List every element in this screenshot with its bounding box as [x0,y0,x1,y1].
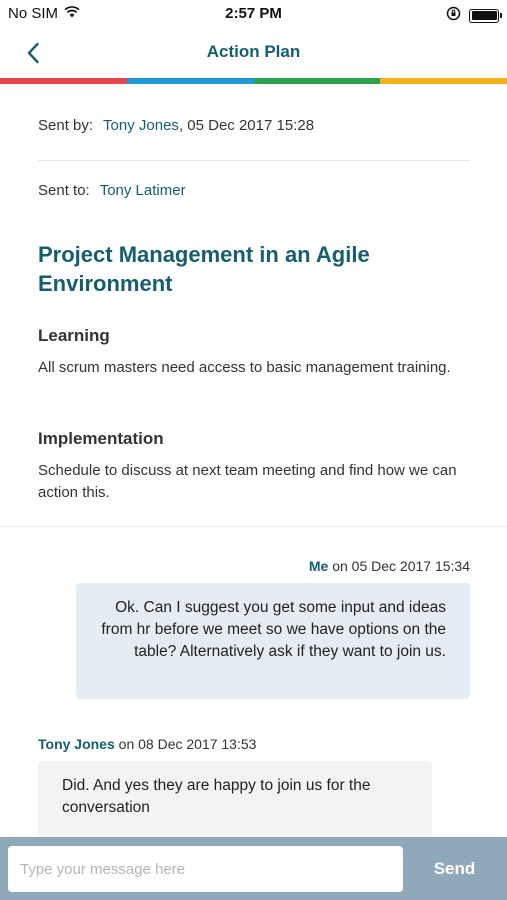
implementation-text: Schedule to discuss at next team meeting… [38,462,457,501]
status-right [446,6,502,25]
page-title: Action Plan [206,42,301,61]
color-strip [0,78,507,84]
sent-by-name[interactable]: Tony Jones [103,117,179,134]
sent-by-label: Sent by: [38,117,94,134]
sent-to-name[interactable]: Tony Latimer [100,182,186,199]
color-strip-segment [253,78,381,84]
nav-bar: Action Plan [0,28,507,78]
learning-text: All scrum masters need access to basic m… [38,359,451,376]
orientation-lock-icon [446,6,461,25]
learning-heading: Learning [38,326,110,345]
message-author: Tony Jones [38,736,115,752]
sent-by-date: , 05 Dec 2017 15:28 [178,117,315,134]
message-input[interactable] [8,846,403,892]
color-strip-segment [380,78,507,84]
message-date: on 08 Dec 2017 13:53 [114,736,257,752]
color-strip-segment [0,78,127,84]
message-bubble-other: Did. And yes they are happy to join us f… [38,761,432,841]
color-strip-segment [126,78,254,84]
send-button[interactable]: Send [406,846,503,892]
message-meta-other: Tony Jones on 08 Dec 2017 13:53 [38,736,256,752]
implementation-heading: Implementation [38,429,164,448]
battery-icon [469,8,502,23]
status-bar: No SIM 2:57 PM [0,0,507,28]
section-divider [0,526,507,527]
message-meta-me: Me on 05 Dec 2017 15:34 [309,558,470,574]
sent-by-line: Sent by: Tony Jones, 05 Dec 2017 15:28 [38,117,314,134]
divider [38,160,470,161]
plan-title: Project Management in an Agile Environme… [38,242,370,296]
message-composer: Send [0,837,507,900]
sent-to-line: Sent to: Tony Latimer [38,182,186,199]
message-author: Me [308,558,329,574]
message-bubble-me: Ok. Can I suggest you get some input and… [76,583,470,699]
status-time: 2:57 PM [225,5,282,22]
message-date: on 05 Dec 2017 15:34 [328,558,470,574]
sent-to-label: Sent to: [38,182,90,199]
